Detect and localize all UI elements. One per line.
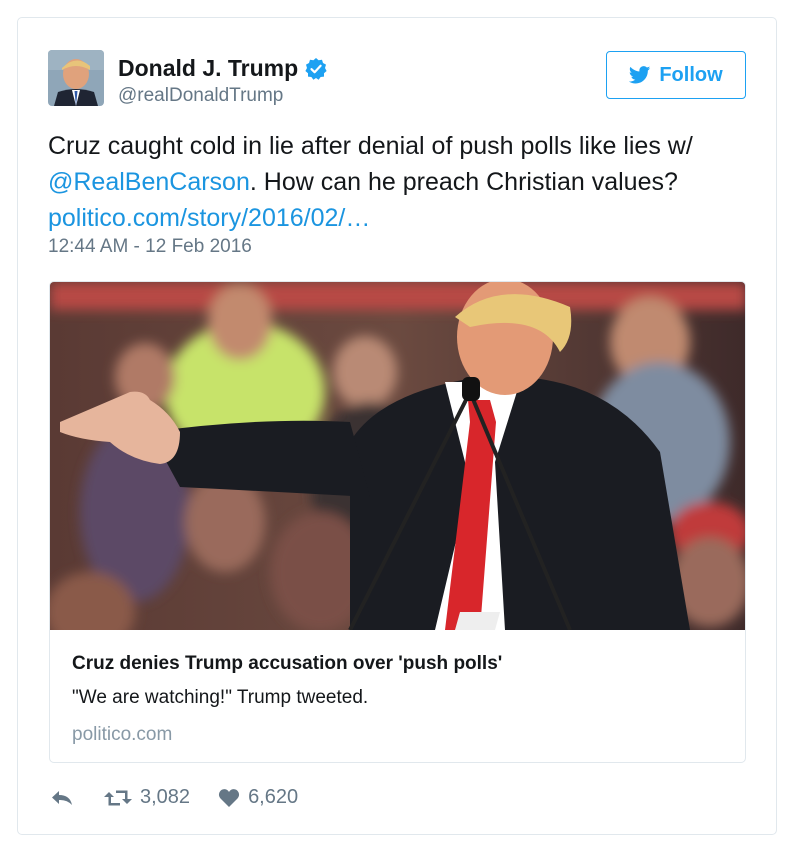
retweet-count: 3,082: [140, 786, 191, 808]
article-link[interactable]: politico.com/story/2016/02/…: [48, 204, 370, 232]
avatar[interactable]: [48, 50, 104, 106]
like-count: 6,620: [248, 786, 299, 808]
retweet-button[interactable]: 3,082: [104, 786, 190, 809]
twitter-bird-icon: [629, 66, 651, 84]
reply-icon: [50, 788, 74, 808]
tweet-text-part1: Cruz caught cold in lie after denial of …: [48, 132, 693, 160]
tweet-card: Donald J. Trump @realDonaldTrump Follow …: [17, 17, 777, 835]
like-button[interactable]: 6,620: [218, 786, 298, 809]
follow-label: Follow: [659, 63, 723, 86]
link-card-title[interactable]: Cruz denies Trump accusation over 'push …: [72, 653, 502, 675]
tweet-text-part2: . How can he preach Christian values?: [249, 168, 678, 196]
author-handle[interactable]: @realDonaldTrump: [118, 85, 283, 107]
mention-link[interactable]: @RealBenCarson: [48, 168, 250, 196]
link-card-description: "We are watching!" Trump tweeted.: [72, 687, 369, 708]
article-photo: [50, 282, 745, 630]
author-name[interactable]: Donald J. Trump: [118, 55, 328, 82]
reply-button[interactable]: [50, 788, 74, 808]
tweet-actions: 3,082 6,620: [50, 786, 298, 809]
follow-button[interactable]: Follow: [606, 51, 746, 99]
link-card-domain: politico.com: [72, 724, 173, 745]
timestamp[interactable]: 12:44 AM - 12 Feb 2016: [48, 236, 252, 258]
verified-badge-icon: [304, 57, 328, 81]
heart-icon: [218, 788, 240, 808]
link-preview-card[interactable]: Cruz denies Trump accusation over 'push …: [49, 281, 746, 763]
tweet-text: Cruz caught cold in lie after denial of …: [48, 128, 748, 236]
author-name-text[interactable]: Donald J. Trump: [118, 55, 298, 82]
retweet-icon: [104, 788, 132, 808]
